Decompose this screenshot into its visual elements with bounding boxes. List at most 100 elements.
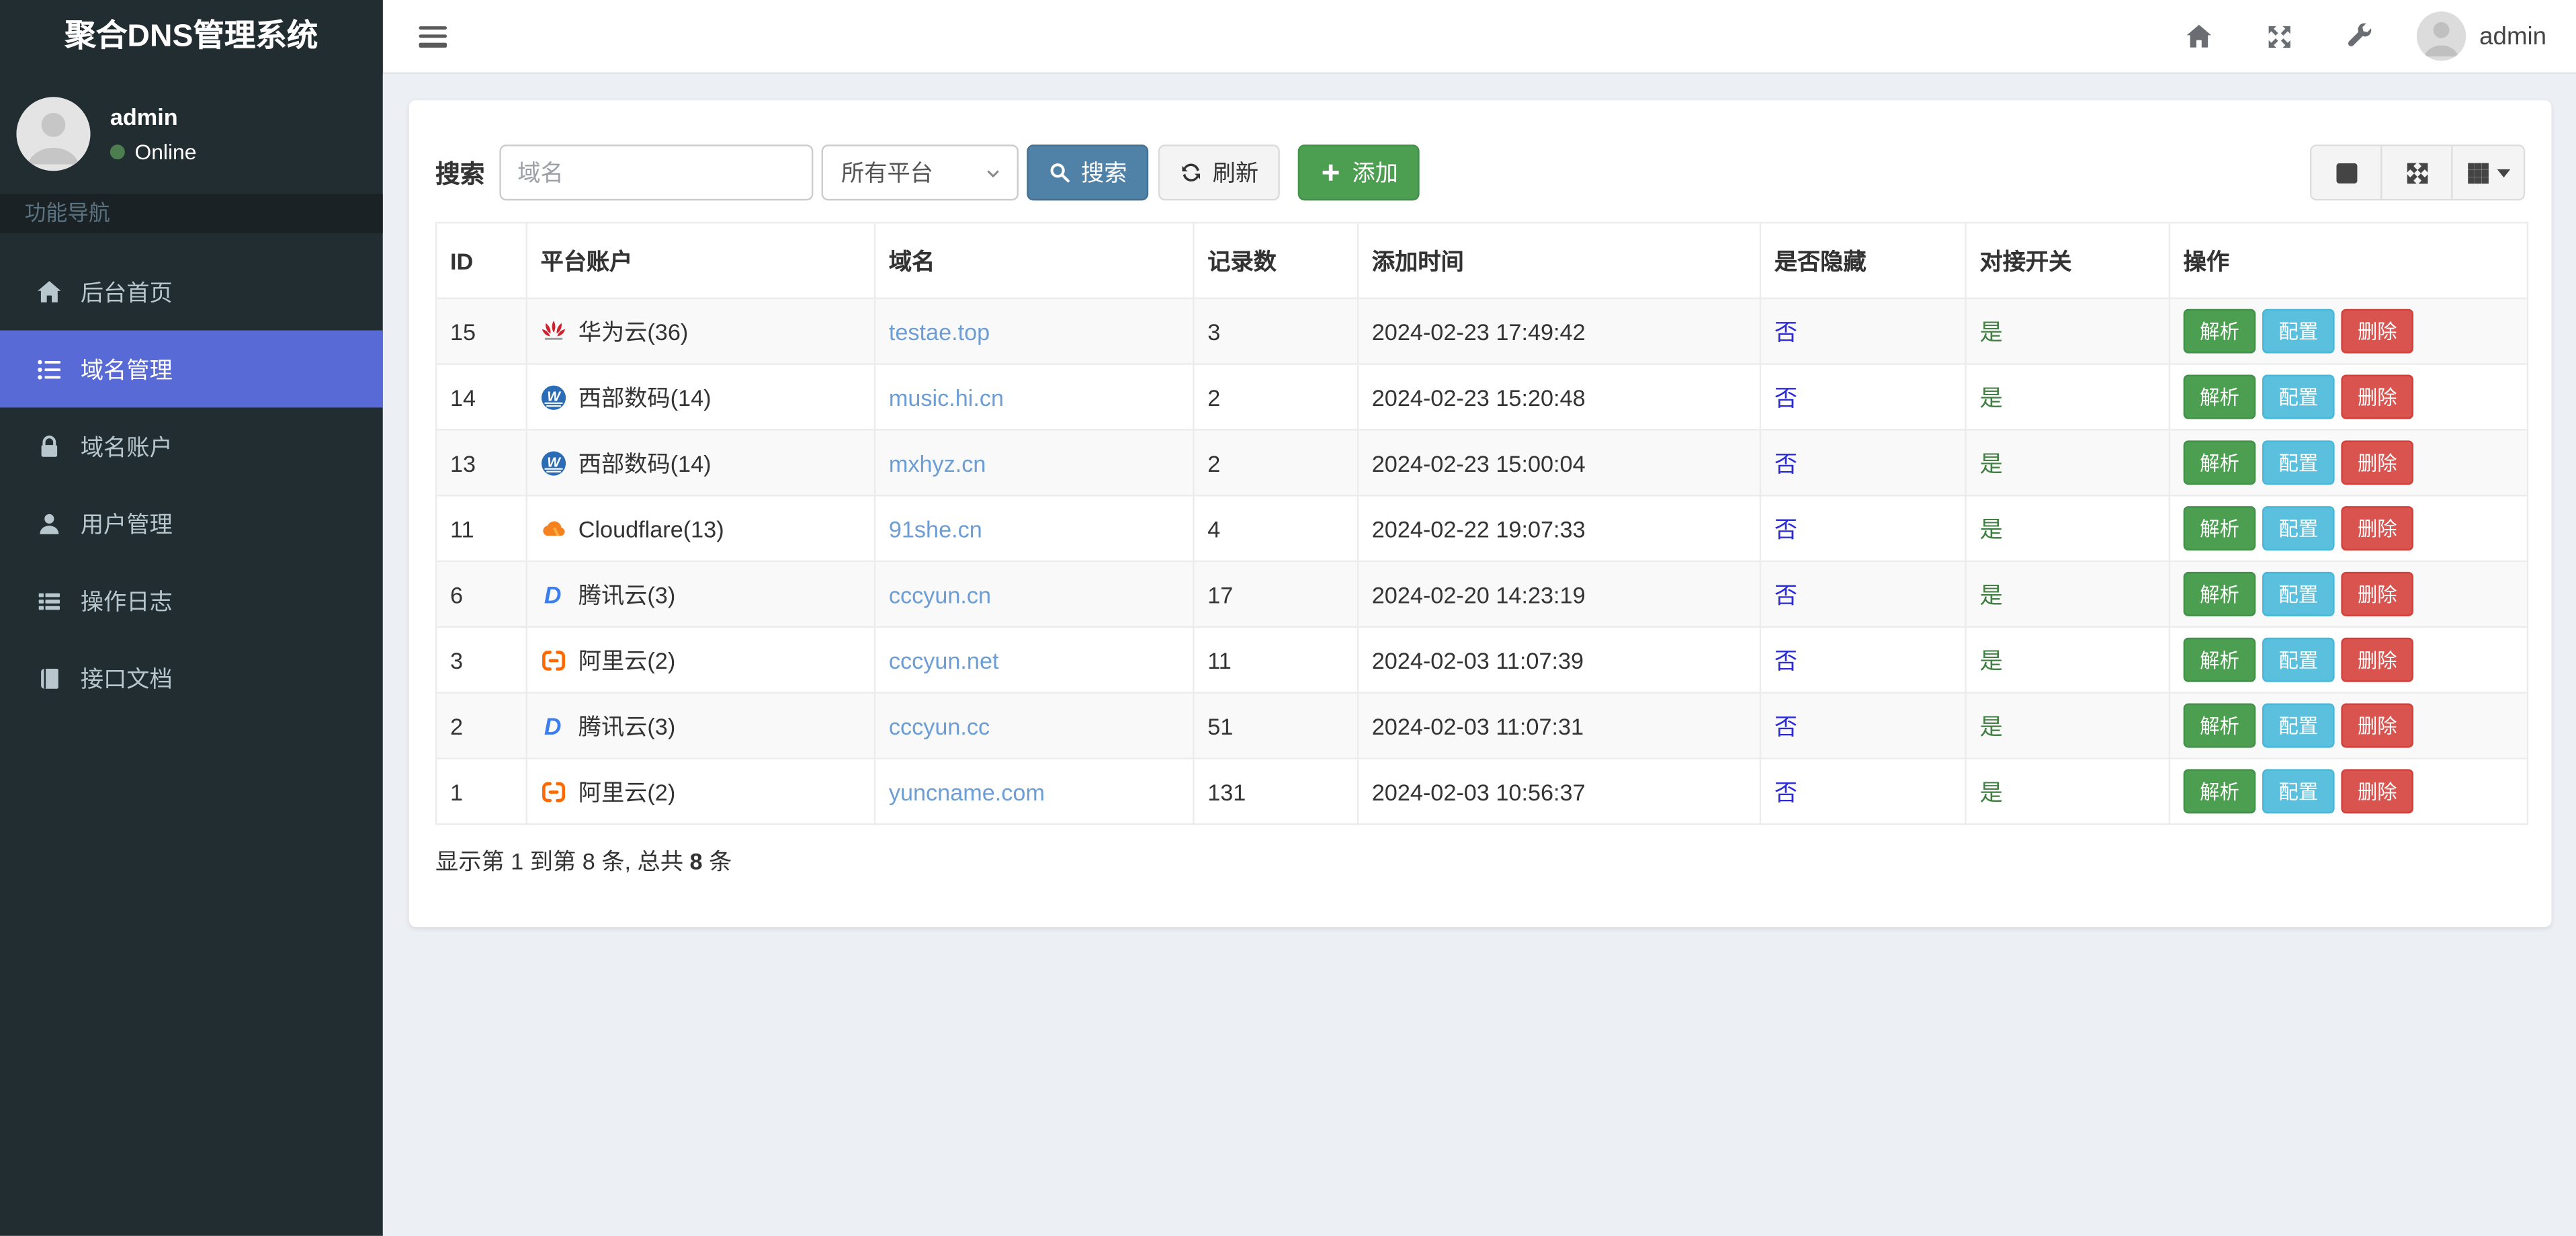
cell-actions: 解析 配置 删除 [2168,692,2529,759]
delete-button[interactable]: 删除 [2341,769,2414,814]
switch-toggle[interactable]: 是 [1979,712,2002,739]
domain-link[interactable]: yuncname.com [889,778,1045,805]
fullscreen-icon[interactable] [2266,22,2294,50]
cell-platform: 阿里云(2) [525,757,876,825]
platform-label: Cloudflare(13) [578,515,724,542]
domain-link[interactable]: mxhyz.cn [889,450,986,476]
search-button[interactable]: 搜索 [1027,145,1149,201]
hidden-toggle[interactable]: 否 [1774,647,1797,673]
cell-switch: 是 [1965,757,2171,825]
cell-id: 1 [435,757,527,825]
home-icon[interactable] [2185,22,2213,50]
columns-button[interactable] [2452,146,2524,199]
platform-select[interactable]: 所有平台 [821,145,1019,201]
config-button[interactable]: 配置 [2262,374,2335,419]
delete-button[interactable]: 删除 [2341,440,2414,485]
config-button[interactable]: 配置 [2262,506,2335,551]
config-button[interactable]: 配置 [2262,308,2335,354]
platform-label: 阿里云(2) [578,778,676,805]
sidebar: 聚合DNS管理系统 admin Online 功能导航 后台首页 域名管理 域名账户… [0,0,383,1236]
col-hidden: 是否隐藏 [1759,222,1967,300]
resolve-button[interactable]: 解析 [2183,637,2256,682]
cell-hidden: 否 [1759,560,1967,628]
sidebar-item-docs[interactable]: 接口文档 [0,639,383,716]
add-button[interactable]: 添加 [1297,145,1420,201]
hidden-toggle[interactable]: 否 [1774,384,1797,410]
cell-platform: W 西部数码(14) [525,429,876,497]
config-button[interactable]: 配置 [2262,440,2335,485]
sidebar-item-domains[interactable]: 域名管理 [0,330,383,408]
cell-actions: 解析 配置 删除 [2168,495,2529,563]
resolve-button[interactable]: 解析 [2183,769,2256,814]
hidden-toggle[interactable]: 否 [1774,581,1797,607]
config-button[interactable]: 配置 [2262,637,2335,682]
domain-link[interactable]: 91she.cn [889,516,982,542]
refresh-button[interactable]: 刷新 [1158,145,1280,201]
delete-button[interactable]: 删除 [2341,308,2414,354]
sidebar-item-label: 后台首页 [80,278,173,305]
switch-toggle[interactable]: 是 [1979,450,2002,476]
search-input[interactable] [499,145,814,201]
platform-label: 华为云(36) [578,318,689,345]
topbar-user[interactable]: admin [2417,11,2546,61]
resolve-button[interactable]: 解析 [2183,506,2256,551]
delete-button[interactable]: 删除 [2341,506,2414,551]
lock-icon [36,433,62,459]
switch-toggle[interactable]: 是 [1979,581,2002,607]
domain-link[interactable]: cccyun.net [889,647,999,673]
cell-records: 2 [1193,363,1359,431]
resolve-button[interactable]: 解析 [2183,440,2256,485]
hidden-toggle[interactable]: 否 [1774,450,1797,476]
sidebar-item-accounts[interactable]: 域名账户 [0,407,383,485]
domain-link[interactable]: music.hi.cn [889,384,1004,410]
config-button[interactable]: 配置 [2262,571,2335,616]
domain-link[interactable]: cccyun.cn [889,581,991,607]
book-icon [36,665,62,691]
cell-domain: yuncname.com [873,757,1195,825]
sidebar-user-status[interactable]: Online [110,140,196,165]
hidden-toggle[interactable]: 否 [1774,778,1797,805]
cell-platform: Cloudflare(13) [525,495,876,563]
cell-id: 2 [435,692,527,759]
cell-switch: 是 [1965,429,2171,497]
cell-records: 17 [1193,560,1359,628]
cell-domain: music.hi.cn [873,363,1195,431]
resolve-button[interactable]: 解析 [2183,374,2256,419]
resolve-button[interactable]: 解析 [2183,308,2256,354]
sidebar-item-label: 接口文档 [80,665,173,692]
delete-button[interactable]: 删除 [2341,637,2414,682]
domain-link[interactable]: testae.top [889,318,990,344]
switch-toggle[interactable]: 是 [1979,647,2002,673]
delete-button[interactable]: 删除 [2341,374,2414,419]
resolve-button[interactable]: 解析 [2183,571,2256,616]
platform-label: 腾讯云(3) [578,581,676,608]
cell-platform: D 腾讯云(3) [525,692,876,759]
switch-toggle[interactable]: 是 [1979,778,2002,805]
config-button[interactable]: 配置 [2262,703,2335,748]
switch-toggle[interactable]: 是 [1979,318,2002,344]
delete-button[interactable]: 删除 [2341,703,2414,748]
cell-platform: D 腾讯云(3) [525,560,876,628]
hamburger-icon[interactable] [419,25,447,47]
resolve-button[interactable]: 解析 [2183,703,2256,748]
detail-view-button[interactable] [2311,146,2382,199]
pagination-suffix: 条 [702,848,732,874]
delete-button[interactable]: 删除 [2341,571,2414,616]
sidebar-item-logs[interactable]: 操作日志 [0,562,383,639]
hidden-toggle[interactable]: 否 [1774,712,1797,739]
wrench-icon[interactable] [2346,22,2374,50]
sidebar-item-users[interactable]: 用户管理 [0,485,383,562]
hidden-toggle[interactable]: 否 [1774,516,1797,542]
config-button[interactable]: 配置 [2262,769,2335,814]
hidden-toggle[interactable]: 否 [1774,318,1797,344]
switch-toggle[interactable]: 是 [1979,516,2002,542]
app-title: 聚合DNS管理系统 [0,0,383,75]
sidebar-item-home[interactable]: 后台首页 [0,253,383,331]
switch-toggle[interactable]: 是 [1979,384,2002,410]
search-label: 搜索 [435,160,485,188]
table-row: 1 阿里云(2) yuncname.com 131 2024-02-03 10:56:3… [435,757,2529,825]
domain-link[interactable]: cccyun.cc [889,712,990,739]
fullscreen-table-button[interactable] [2382,146,2453,199]
platform-label: 阿里云(2) [578,647,676,673]
topbar-right: admin [2133,11,2576,61]
